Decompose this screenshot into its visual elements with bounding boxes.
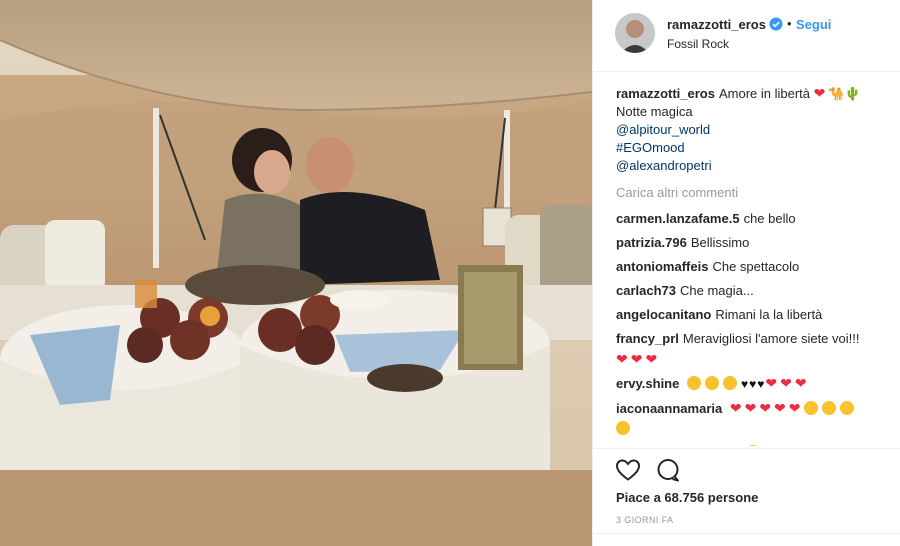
red-heart-emoji-icon: ❤ bbox=[813, 85, 826, 101]
comment-text: Rimani la la libertà bbox=[715, 307, 823, 322]
broken-heart-emoji-icon: ❤ bbox=[645, 351, 658, 367]
comment-row: carmen.lanzafame.5 che bello bbox=[616, 210, 891, 228]
verified-badge-icon bbox=[769, 17, 783, 31]
comment-username[interactable]: maricruzmiachahua bbox=[616, 445, 738, 446]
comment-row: maricruzmiachahua bbox=[616, 444, 891, 446]
heart-emoji-icon: ❤ bbox=[765, 375, 778, 391]
comment-text: Bellissimo bbox=[690, 235, 750, 250]
heart-eyes-emoji-icon bbox=[745, 445, 760, 446]
photo-desert-picnic bbox=[0, 0, 592, 546]
cactus-emoji-icon: 🌵 bbox=[844, 86, 861, 101]
camel-emoji-icon: 🐪 bbox=[828, 86, 845, 101]
heart-eyes-emoji-icon bbox=[704, 376, 719, 390]
comment-username[interactable]: carlach73 bbox=[616, 283, 676, 298]
red-heart-emoji-icon: ❤ bbox=[744, 400, 757, 416]
avatar-image bbox=[615, 13, 655, 53]
kiss-emoji-icon bbox=[821, 401, 836, 415]
heart-outline-icon[interactable] bbox=[615, 458, 641, 482]
comment-row: carlach73 Che magia... bbox=[616, 282, 891, 300]
post-photo[interactable] bbox=[0, 0, 592, 546]
mention-link[interactable]: @alpitour_world bbox=[616, 121, 891, 139]
kiss-emoji-icon bbox=[616, 421, 630, 435]
post-actions: Piace a 68.756 persone 3 GIORNI FA bbox=[593, 448, 900, 546]
caption: ramazzotti_eros Amore in libertà ❤ 🐪🌵 bbox=[616, 84, 891, 103]
load-more-comments-link[interactable]: Carica altri commenti bbox=[616, 184, 891, 202]
comment-username[interactable]: iaconaannamaria bbox=[616, 401, 722, 416]
comments-list[interactable]: ramazzotti_eros Amore in libertà ❤ 🐪🌵 Nott… bbox=[616, 84, 891, 446]
heart-eyes-emoji-icon bbox=[722, 376, 737, 390]
hashtag-link[interactable]: #EGOmood bbox=[616, 139, 891, 157]
mention-link[interactable]: @alexandropetri bbox=[616, 157, 891, 175]
speech-bubble-icon[interactable] bbox=[655, 458, 681, 482]
location-link[interactable]: Fossil Rock bbox=[667, 37, 729, 51]
comment-text: Meravigliosi l'amore siete voi!!! bbox=[682, 331, 860, 346]
heart-eyes-emoji-icon bbox=[686, 376, 701, 390]
separator-dot: • bbox=[787, 16, 792, 31]
red-heart-emoji-icon: ❤ bbox=[729, 400, 742, 416]
comment-username[interactable]: angelocanitano bbox=[616, 307, 711, 322]
comment-text: Che magia... bbox=[680, 283, 754, 298]
comment-row: antoniomaffeis Che spettacolo bbox=[616, 258, 891, 276]
heart-emoji-icon: ❤ bbox=[794, 375, 807, 391]
kiss-emoji-icon bbox=[803, 401, 818, 415]
heart-emojis: ❤ ❤ ❤ bbox=[616, 350, 891, 368]
divider bbox=[593, 533, 900, 534]
comment-username[interactable]: patrizia.796 bbox=[616, 235, 687, 250]
black-heart-emoji-icon: ♥ bbox=[740, 377, 749, 391]
comment-row: francy_prl Meravigliosi l'amore siete voi… bbox=[616, 330, 891, 368]
comment-row: iaconaannamaria ❤ ❤ ❤ ❤ ❤ bbox=[616, 399, 891, 438]
comment-username[interactable]: francy_prl bbox=[616, 331, 679, 346]
red-heart-emoji-icon: ❤ bbox=[788, 400, 801, 416]
follow-button[interactable]: Segui bbox=[796, 17, 831, 32]
red-heart-emoji-icon: ❤ bbox=[759, 400, 772, 416]
lips-emoji-icon: ❤ bbox=[780, 375, 792, 391]
broken-heart-emoji-icon: ❤ bbox=[630, 351, 643, 367]
black-heart-emoji-icon: ♥ bbox=[757, 377, 765, 391]
post-header: ramazzotti_eros • Segui Fossil Rock bbox=[593, 0, 900, 72]
likes-count[interactable]: Piace a 68.756 persone bbox=[616, 490, 758, 505]
emoji-row bbox=[616, 420, 891, 438]
post-timestamp[interactable]: 3 GIORNI FA bbox=[616, 515, 673, 525]
comment-text: che bello bbox=[743, 211, 796, 226]
username-link[interactable]: ramazzotti_eros bbox=[667, 17, 766, 32]
black-heart-emoji-icon: ♥ bbox=[749, 377, 757, 391]
caption-username[interactable]: ramazzotti_eros bbox=[616, 86, 715, 101]
post-side-panel: ramazzotti_eros • Segui Fossil Rock rama… bbox=[592, 0, 900, 546]
caption-text: Amore in libertà bbox=[718, 86, 811, 101]
comment-row: ervy.shine ♥♥♥❤ ❤ ❤ bbox=[616, 374, 891, 393]
comment-username[interactable]: ervy.shine bbox=[616, 376, 679, 391]
comment-row: patrizia.796 Bellissimo bbox=[616, 234, 891, 252]
caption-line2: Notte magica bbox=[616, 104, 693, 119]
comment-text: Che spettacolo bbox=[712, 259, 800, 274]
broken-heart-emoji-icon: ❤ bbox=[616, 351, 628, 367]
comment-username[interactable]: carmen.lanzafame.5 bbox=[616, 211, 740, 226]
comment-row: angelocanitano Rimani la la libertà bbox=[616, 306, 891, 324]
avatar[interactable] bbox=[615, 13, 655, 53]
red-heart-emoji-icon: ❤ bbox=[774, 400, 786, 416]
kiss-emoji-icon bbox=[839, 401, 854, 415]
comment-username[interactable]: antoniomaffeis bbox=[616, 259, 708, 274]
